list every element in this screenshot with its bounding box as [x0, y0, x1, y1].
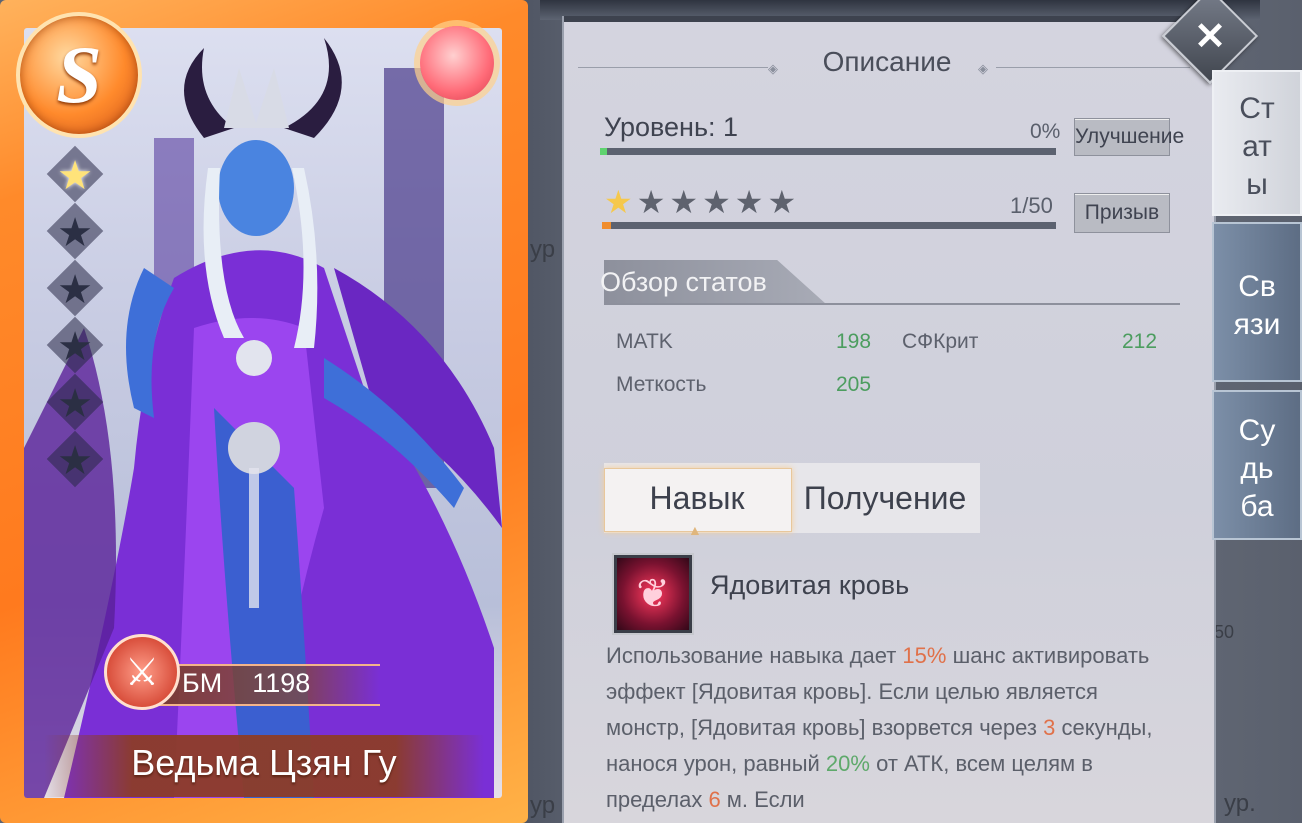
desc-chance: 15% — [902, 643, 947, 668]
star-progress-bar — [602, 222, 1056, 229]
stat-label-crit: СФКрит — [902, 330, 979, 353]
side-tab-bonds-line-2: язи — [1233, 308, 1281, 341]
card-star-6: ★ — [42, 435, 108, 487]
stat-value-matk: 198 — [836, 330, 872, 353]
card-star-5: ★ — [42, 378, 108, 430]
stats-overview-title: Обзор статов — [600, 267, 767, 297]
level-progress-bar — [600, 148, 1056, 155]
side-tab-bonds[interactable]: Св язи — [1212, 222, 1302, 382]
star-1: ★ — [604, 184, 637, 220]
title-ornament-right: ◈ — [978, 61, 988, 76]
card-star-2: ★ — [42, 207, 108, 259]
bg-count-fragment: 50 — [1214, 622, 1235, 642]
desc-delay: 3 — [1043, 715, 1056, 740]
level-progress-text: 0% — [1030, 120, 1061, 143]
stat-label-matk: MATK — [616, 330, 673, 353]
stat-value-crit: 212 — [1122, 330, 1158, 353]
stat-value-accuracy: 205 — [836, 373, 872, 396]
bm-value: 1198 — [252, 668, 311, 698]
stat-label-accuracy: Меткость — [616, 373, 707, 396]
card-star-3: ★ — [42, 264, 108, 316]
skill-name: Ядовитая кровь — [710, 570, 910, 600]
panel-title: Описание — [822, 46, 952, 77]
side-tab-stats[interactable]: Ст ат ы — [1212, 70, 1302, 216]
hero-name: Ведьма Цзян Гу — [131, 742, 397, 783]
bg-level-fragment: ур — [530, 236, 556, 263]
desc-text-1: Использование навыка дает — [606, 643, 903, 668]
crossed-swords-icon: ⚔ — [104, 634, 180, 710]
star-progress-fill — [602, 222, 612, 229]
poison-blood-skill-icon[interactable]: ❦ — [614, 555, 692, 633]
desc-radius: 6 — [708, 787, 721, 812]
desc-text-5: м. Если — [720, 787, 805, 812]
star-5: ★ — [734, 184, 768, 220]
star-6: ★ — [767, 184, 801, 220]
tab-acquisition[interactable]: Получение — [792, 480, 978, 517]
stats-overview-divider — [604, 303, 1180, 305]
bm-label: БМ — [182, 668, 223, 698]
tab-skill[interactable]: Навык — [604, 480, 790, 517]
side-tab-fate-line-3: ба — [1240, 490, 1274, 523]
bg-level-fragment-2: ур — [530, 792, 556, 819]
bg-level-fragment-3: ур. — [1224, 790, 1256, 817]
rank-letter: S — [56, 29, 102, 120]
upgrade-button[interactable]: Улучшение — [1074, 118, 1184, 156]
side-tab-fate-line-2: дь — [1240, 452, 1274, 485]
panel-top-border — [564, 16, 1214, 22]
skill-description: Использование навыка дает 15% шанс актив… — [606, 638, 1166, 818]
close-icon[interactable]: ✕ — [1176, 2, 1244, 70]
desc-damage: 20% — [825, 751, 870, 776]
rank-badge: S — [16, 12, 142, 138]
tab-caret-icon: ▲ — [688, 522, 702, 538]
star-2: ★ — [636, 184, 670, 220]
card-star-4: ★ — [42, 321, 108, 373]
side-tab-stats-line-3: ы — [1246, 168, 1268, 201]
card-star-column: ★ ★ ★ ★ ★ ★ — [42, 150, 116, 492]
title-divider-right — [996, 67, 1190, 68]
level-label: Уровень: 1 — [604, 112, 739, 142]
sun-ornament — [420, 26, 494, 100]
side-tab-bonds-line-1: Св — [1238, 270, 1276, 303]
star-4: ★ — [702, 184, 735, 220]
side-tab-stats-line-2: ат — [1242, 130, 1272, 163]
star-rating: ★★★★★★ — [604, 183, 800, 221]
side-tab-stats-line-1: Ст — [1239, 92, 1275, 125]
card-star-1: ★ — [42, 150, 108, 202]
level-progress-fill — [600, 148, 607, 155]
hero-card[interactable]: S ★ ★ ★ ★ ★ ★ ⚔ БМ 1198 Ведьма Цзян Гу — [0, 0, 528, 823]
side-tab-fate-line-1: Су — [1238, 414, 1276, 447]
star-3: ★ — [669, 184, 703, 220]
bm-readout: БМ 1198 — [182, 668, 310, 699]
side-tab-fate[interactable]: Су дь ба — [1212, 390, 1302, 540]
star-count: 1/50 — [1010, 193, 1053, 218]
summon-button[interactable]: Призыв — [1074, 193, 1170, 233]
